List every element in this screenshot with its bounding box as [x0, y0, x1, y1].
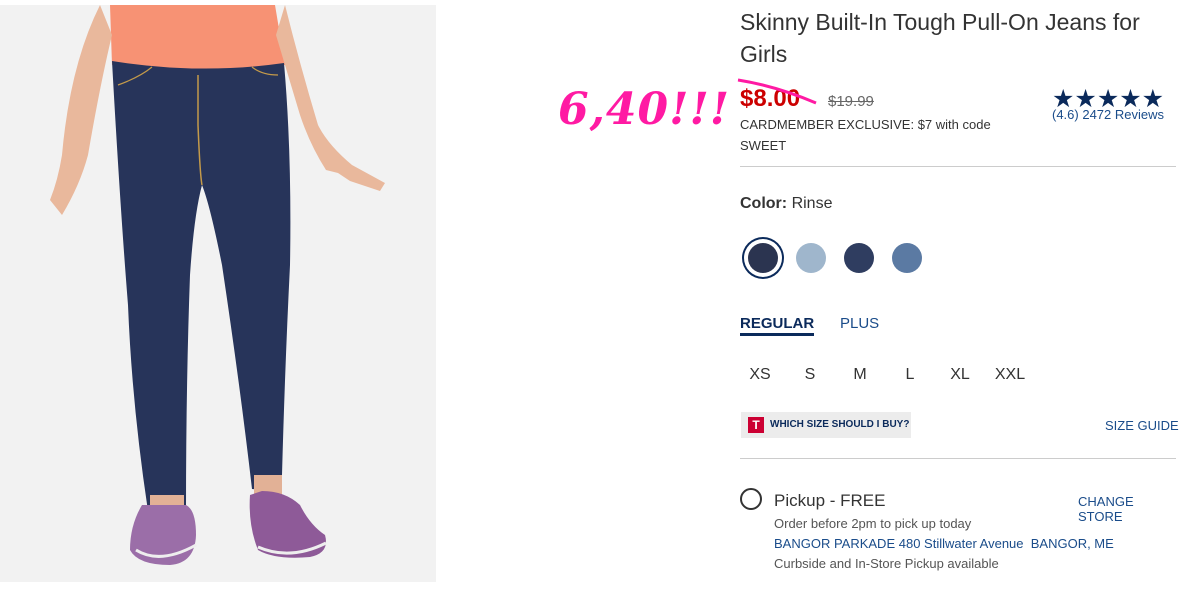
color-label: Color:: [740, 195, 788, 212]
cardmember-promo: CARDMEMBER EXCLUSIVE: $7 with code SWEET: [740, 117, 991, 153]
change-store-link[interactable]: CHANGE STORE: [1078, 494, 1179, 524]
pickup-radio[interactable]: [740, 488, 762, 510]
product-image: [0, 5, 436, 582]
size-option[interactable]: L: [890, 366, 930, 384]
size-option[interactable]: M: [840, 366, 880, 384]
which-size-label: WHICH SIZE SHOULD I BUY?: [770, 419, 910, 430]
tab-regular[interactable]: REGULAR: [740, 315, 815, 336]
original-price: $19.99: [828, 93, 874, 110]
size-option[interactable]: XXL: [990, 366, 1030, 384]
which-size-button[interactable]: T WHICH SIZE SHOULD I BUY?: [741, 412, 911, 438]
pickup-label: Pickup - FREE: [774, 491, 886, 510]
color-label-row: Color: Rinse: [740, 195, 832, 213]
color-swatch[interactable]: [844, 243, 874, 273]
reviews-link[interactable]: (4.6) 2472 Reviews: [1052, 107, 1164, 122]
divider: [740, 166, 1176, 167]
color-swatch[interactable]: [796, 243, 826, 273]
t-logo-icon: T: [748, 417, 764, 433]
selected-color: Rinse: [791, 195, 833, 212]
size-guide-link[interactable]: SIZE GUIDE: [1105, 418, 1179, 433]
tab-plus[interactable]: PLUS: [840, 315, 879, 332]
price-annotation: 6,40!!!: [558, 84, 731, 135]
size-option[interactable]: XS: [740, 366, 780, 384]
size-option[interactable]: XL: [940, 366, 980, 384]
size-option[interactable]: S: [790, 366, 830, 384]
color-swatch[interactable]: [748, 243, 778, 273]
product-title: Skinny Built-In Tough Pull-On Jeans for …: [740, 9, 1140, 67]
order-note: Order before 2pm to pick up today: [774, 516, 972, 531]
store-link[interactable]: BANGOR PARKADE 480 Stillwater Avenue BAN…: [774, 536, 1114, 551]
pickup-availability: Curbside and In-Store Pickup available: [774, 556, 999, 571]
sale-price: $8.00: [740, 85, 801, 112]
divider: [740, 458, 1176, 459]
color-swatch[interactable]: [892, 243, 922, 273]
